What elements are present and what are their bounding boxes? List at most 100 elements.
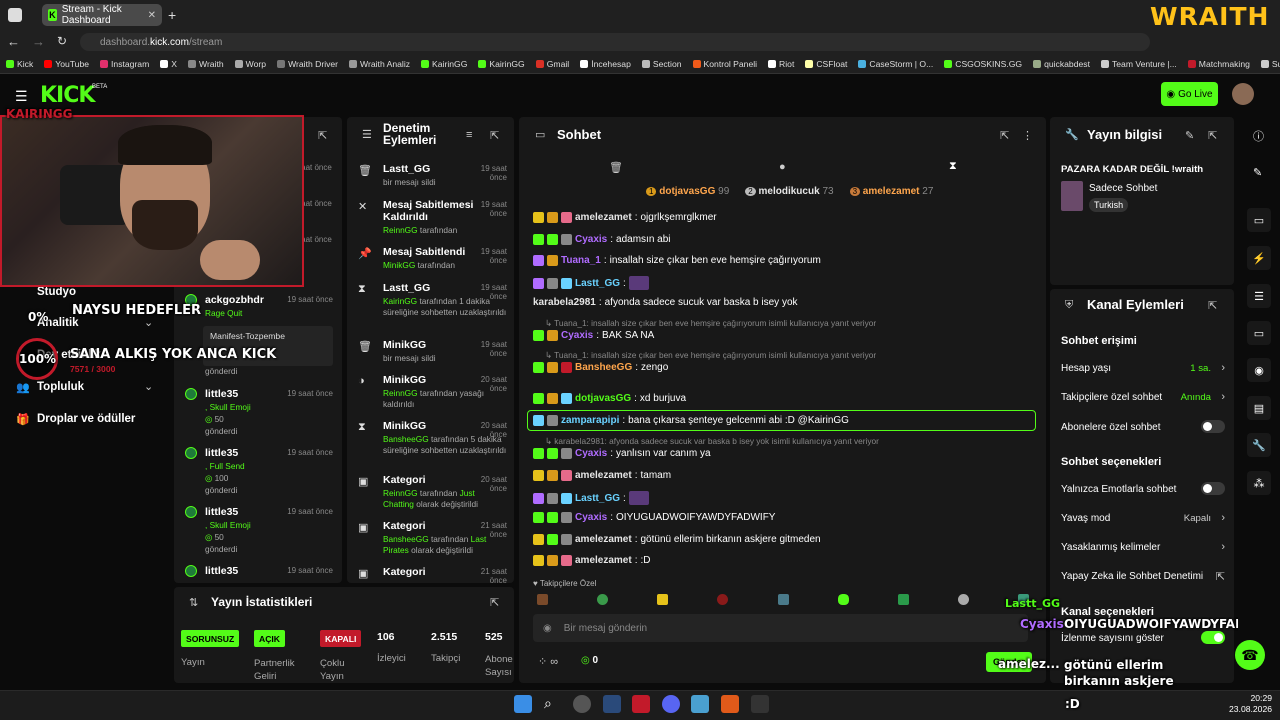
steam-icon[interactable] bbox=[603, 695, 621, 713]
bookmark-item[interactable]: YouTube bbox=[44, 59, 89, 69]
chat-message[interactable]: Cyaxis: yanlısın var canım ya bbox=[533, 448, 1033, 459]
sidebar-item-studio[interactable]: Studyo bbox=[37, 286, 76, 298]
chat-input[interactable]: ◉ Bir mesaj gönderin bbox=[533, 614, 1028, 642]
taskbar-clock[interactable]: 20:29 23.08.2026 bbox=[1229, 693, 1272, 715]
bookmark-item[interactable]: Section bbox=[641, 59, 682, 69]
bookmark-item[interactable]: Kontrol Paneli bbox=[692, 59, 757, 69]
chat-username[interactable]: karabela2981 bbox=[533, 297, 596, 308]
chat-message[interactable]: Cyaxis: BAK SA NA bbox=[533, 330, 1033, 341]
bookmark-item[interactable]: Instagram bbox=[100, 59, 149, 69]
bookmark-item[interactable]: Gmail bbox=[535, 59, 569, 69]
kick-logo[interactable]: KICK bbox=[40, 83, 95, 108]
emote-icon[interactable] bbox=[837, 594, 849, 605]
popout-icon[interactable]: ⇱ bbox=[1208, 299, 1217, 312]
windows-start-icon[interactable] bbox=[514, 695, 532, 713]
bolt-icon[interactable]: ⚡ bbox=[1247, 246, 1271, 270]
chat-message[interactable]: Lastt_GG: bbox=[533, 491, 1033, 505]
emote-icon[interactable] bbox=[777, 594, 789, 605]
sidebar-item-drops[interactable]: Droplar ve ödüller bbox=[37, 413, 135, 425]
new-tab-button[interactable]: + bbox=[168, 7, 176, 23]
popout-icon[interactable]: ⇱ bbox=[318, 129, 327, 142]
chat-icon[interactable]: ▭ bbox=[1247, 321, 1271, 345]
chat-username[interactable]: amelezamet bbox=[575, 470, 632, 481]
bookmark-item[interactable]: X bbox=[160, 59, 177, 69]
back-icon[interactable]: ← bbox=[7, 34, 20, 49]
hamburger-icon[interactable]: ☰ bbox=[15, 88, 28, 105]
banned-words-row[interactable]: Yasaklanmış kelimeler › bbox=[1061, 541, 1225, 553]
chat-message[interactable]: Cyaxis: OIYUGUADWOIFYAWDYFADWIFY bbox=[533, 512, 1033, 523]
go-live-button[interactable]: ◉ Go Live bbox=[1161, 82, 1218, 106]
bookmark-item[interactable]: Wraith bbox=[187, 59, 224, 69]
chat-username[interactable]: Lastt_GG bbox=[575, 493, 620, 504]
chat-message[interactable]: amelezamet: götünü ellerim birkanın askj… bbox=[533, 534, 1033, 545]
app-icon[interactable] bbox=[691, 695, 709, 713]
bookmark-item[interactable]: Matchmaking bbox=[1187, 59, 1250, 69]
points-display[interactable]: ◎ 0 bbox=[581, 655, 598, 666]
chat-message[interactable]: Lastt_GG: bbox=[533, 276, 1033, 290]
bookmark-item[interactable]: İncehesap bbox=[580, 59, 631, 69]
search-icon[interactable]: ⌕ bbox=[544, 695, 562, 713]
chat-username[interactable]: Lastt_GG bbox=[575, 278, 620, 289]
emote-icon[interactable] bbox=[897, 594, 909, 605]
connections-icon[interactable]: ⁘ ∞ bbox=[538, 655, 558, 668]
brave-icon[interactable] bbox=[721, 695, 739, 713]
more-icon[interactable]: ⋮ bbox=[1022, 129, 1033, 142]
show-views-toggle[interactable] bbox=[1201, 631, 1225, 644]
chat-message[interactable]: amelezamet: ojgrlkşemrglkmer bbox=[533, 212, 1033, 223]
wrench-icon[interactable]: 🔧 bbox=[1247, 433, 1271, 457]
bookmark-item[interactable]: Wraith Driver bbox=[277, 59, 338, 69]
bookmark-item[interactable]: Wraith Analiz bbox=[349, 59, 410, 69]
chat-username[interactable]: BansheeGG bbox=[575, 362, 632, 373]
forward-icon[interactable]: → bbox=[32, 34, 45, 49]
emote-icon[interactable] bbox=[717, 594, 729, 605]
chat-username[interactable]: Cyaxis bbox=[561, 330, 593, 341]
discord-icon[interactable] bbox=[662, 695, 680, 713]
emote-icon[interactable] bbox=[657, 594, 669, 605]
sidebar-item-community[interactable]: Topluluk bbox=[37, 381, 84, 393]
bookmark-item[interactable]: Riot bbox=[768, 59, 794, 69]
vivaldi-icon[interactable] bbox=[632, 695, 650, 713]
emote-icon[interactable] bbox=[537, 594, 548, 605]
stats-icon[interactable]: ▤ bbox=[1247, 396, 1271, 420]
browser-tab[interactable]: K Stream - Kick Dashboard ✕ bbox=[42, 4, 162, 26]
bookmark-item[interactable]: KairinGG bbox=[478, 59, 525, 69]
app-icon[interactable] bbox=[573, 695, 591, 713]
chat-username[interactable]: Tuana_1 bbox=[561, 255, 601, 266]
bookmark-item[interactable]: Kick bbox=[6, 59, 33, 69]
browser-menu-icon[interactable] bbox=[8, 8, 22, 22]
chat-message[interactable]: Tuana_1: insallah size çıkar ben eve hem… bbox=[533, 255, 1033, 266]
trash-icon[interactable]: 🗑 bbox=[609, 161, 623, 174]
followers-chat-row[interactable]: Takipçilere özel sohbet Anında › bbox=[1061, 391, 1225, 403]
bookmark-item[interactable]: CSFloat bbox=[805, 59, 847, 69]
chat-username[interactable]: Cyaxis bbox=[575, 234, 607, 245]
bookmark-item[interactable]: CaseStorm | O... bbox=[858, 59, 933, 69]
chat-username[interactable]: Cyaxis bbox=[575, 448, 607, 459]
user-avatar[interactable] bbox=[1232, 83, 1254, 105]
chat-bubble-icon[interactable]: ● bbox=[779, 161, 786, 173]
chat-message[interactable]: BansheeGG: zengo bbox=[533, 362, 1033, 373]
info-icon[interactable]: ⓘ bbox=[1253, 128, 1264, 144]
chat-message[interactable]: amelezamet: tamam bbox=[533, 470, 1033, 481]
popout-icon[interactable]: ⇱ bbox=[490, 129, 499, 142]
bookmark-item[interactable]: Worp bbox=[234, 59, 266, 69]
chat-username[interactable]: amelezamet bbox=[575, 534, 632, 545]
edit-icon[interactable]: ✎ bbox=[1185, 129, 1194, 142]
popout-icon[interactable]: ⇱ bbox=[1000, 129, 1009, 142]
chat-username[interactable]: amelezamet bbox=[575, 555, 632, 566]
chat-message[interactable]: Cyaxis: adamsın abi bbox=[533, 234, 1033, 245]
popout-icon[interactable]: ⇱ bbox=[1208, 129, 1217, 142]
chat-message[interactable]: karabela2981: afyonda sadece sucuk var b… bbox=[533, 297, 1033, 308]
chat-username[interactable]: dotjavasGG bbox=[575, 393, 631, 404]
bookmark-item[interactable]: quickabdest bbox=[1033, 59, 1090, 69]
ai-moderation-row[interactable]: Yapay Zeka ile Sohbet Denetimi ⇱ bbox=[1061, 571, 1225, 583]
chat-message[interactable]: dotjavasGG: xd burjuva bbox=[533, 393, 1033, 404]
card-icon[interactable]: ▭ bbox=[1247, 208, 1271, 232]
app-icon[interactable] bbox=[751, 695, 769, 713]
chat-username[interactable]: Cyaxis bbox=[575, 512, 607, 523]
emote-icon[interactable] bbox=[957, 594, 969, 605]
broadcast-icon[interactable]: ◉ bbox=[1247, 358, 1271, 382]
slow-mode-row[interactable]: Yavaş mod Kapalı › bbox=[1061, 512, 1225, 524]
emote-only-toggle[interactable] bbox=[1201, 482, 1225, 495]
hourglass-icon[interactable]: ⧗ bbox=[949, 160, 957, 173]
url-input[interactable]: dashboard. kick.com/stream bbox=[80, 33, 1150, 51]
